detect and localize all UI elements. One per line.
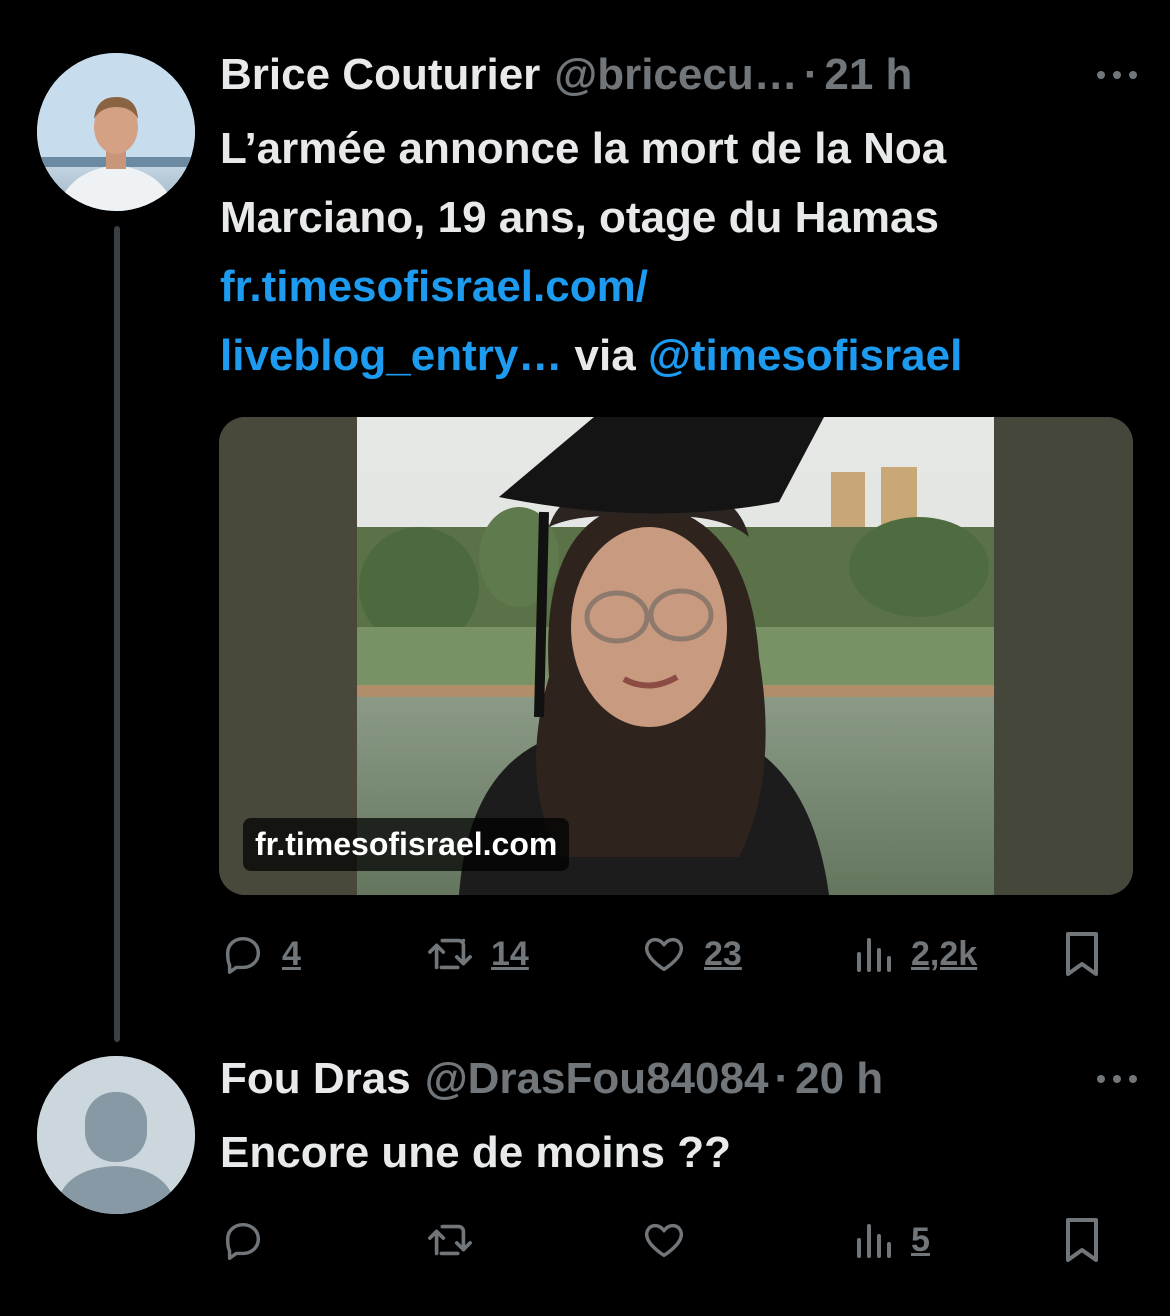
tweet-text-line: L’armée annonce la mort de la Noa [220, 124, 947, 173]
avatar[interactable] [37, 53, 195, 211]
repost-button[interactable]: 14 [425, 924, 529, 984]
card-domain: fr.timesofisrael.com [243, 818, 570, 871]
repost-button[interactable] [425, 1210, 475, 1270]
reply-timestamp[interactable]: 20 h [795, 1054, 883, 1104]
like-count: 23 [704, 934, 742, 973]
thread-line [114, 226, 120, 1042]
link-card[interactable]: fr.timesofisrael.com [219, 417, 1133, 895]
reply-icon [220, 1217, 266, 1263]
tweet-link[interactable]: liveblog_entry… [220, 331, 562, 380]
via-text: via [574, 331, 636, 380]
tweet-link[interactable]: fr.timesofisrael.com/ [220, 262, 648, 311]
more-icon[interactable] [1092, 50, 1142, 100]
like-icon [640, 931, 688, 977]
repost-icon [425, 931, 475, 977]
views-count: 5 [911, 1220, 930, 1259]
reply-count: 4 [282, 934, 301, 973]
timestamp[interactable]: 21 h [824, 50, 912, 100]
views-count: 2,2k [911, 934, 978, 973]
author-name[interactable]: Brice Couturier [220, 50, 540, 100]
avatar-default[interactable] [37, 1056, 195, 1214]
reply-button[interactable] [220, 1210, 266, 1270]
bookmark-icon [1062, 1216, 1102, 1264]
tweet-header: Brice Couturier @bricecu… · 21 h [220, 50, 1142, 100]
views-button[interactable]: 2,2k [855, 924, 977, 984]
separator-dot: · [803, 50, 819, 99]
avatar-photo [37, 53, 195, 211]
views-icon [855, 934, 895, 974]
bookmark-icon [1062, 930, 1102, 978]
mention-link[interactable]: @timesofisrael [648, 331, 962, 380]
reply-header: Fou Dras @DrasFou84084 · 20 h [220, 1054, 1142, 1104]
author-handle[interactable]: @bricecu… [554, 50, 797, 100]
reply-icon [220, 931, 266, 977]
bookmark-button[interactable] [1062, 1210, 1102, 1270]
views-button[interactable]: 5 [855, 1210, 930, 1270]
like-button[interactable]: 23 [640, 924, 742, 984]
tweet-text-line: Marciano, 19 ans, otage du Hamas [220, 193, 939, 242]
like-icon [640, 1217, 688, 1263]
tweet-text: L’armée annonce la mort de la Noa Marcia… [220, 114, 1150, 390]
reply-author-name[interactable]: Fou Dras [220, 1054, 411, 1104]
more-icon[interactable] [1092, 1054, 1142, 1104]
like-button[interactable] [640, 1210, 688, 1270]
reply-button[interactable]: 4 [220, 924, 301, 984]
separator-dot: · [774, 1054, 790, 1103]
reply-actions: 5 [220, 1210, 1110, 1270]
bookmark-button[interactable] [1062, 924, 1102, 984]
default-avatar-icon [37, 1056, 195, 1214]
tweet-actions: 4 14 23 2,2k [220, 924, 1110, 984]
repost-icon [425, 1217, 475, 1263]
reply-author-handle[interactable]: @DrasFou84084 [425, 1054, 769, 1104]
reply-text: Encore une de moins ?? [220, 1128, 731, 1177]
views-icon [855, 1220, 895, 1260]
repost-count: 14 [491, 934, 529, 973]
